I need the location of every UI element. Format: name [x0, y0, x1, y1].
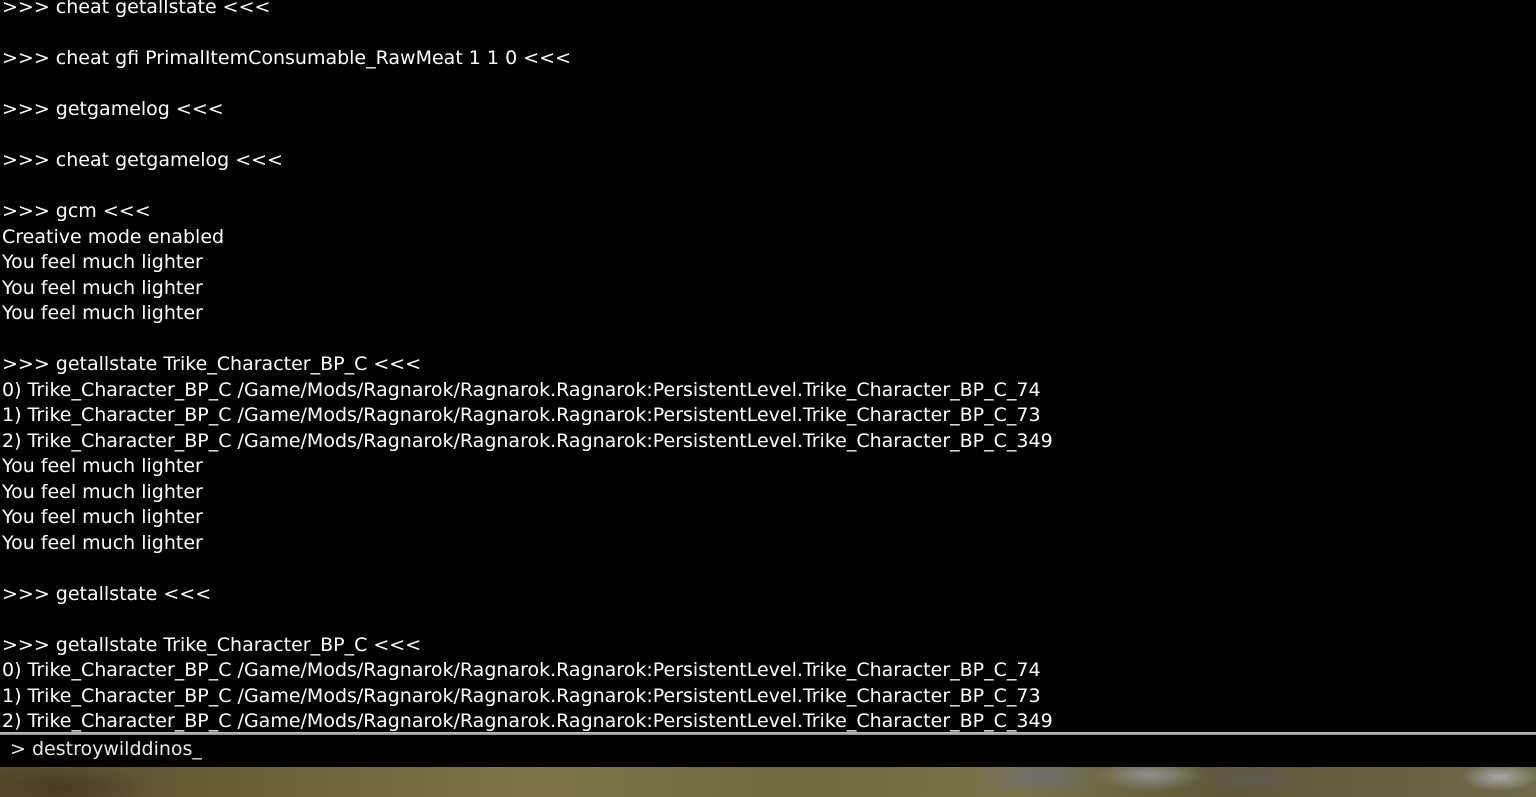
console-prompt-symbol: > [10, 738, 26, 760]
console-input-bar[interactable]: > destroywilddinos_ [0, 735, 1536, 767]
console-command-input[interactable]: destroywilddinos_ [32, 738, 202, 760]
console-output-line: 0) Trike_Character_BP_C /Game/Mods/Ragna… [2, 378, 1041, 401]
console-output-line: You feel much lighter [2, 506, 203, 528]
console-command-echo: >>> getallstate <<< [2, 582, 212, 605]
console-output-line: You feel much lighter [2, 480, 203, 503]
console-output-line: 2) Trike_Character_BP_C /Game/Mods/Ragna… [2, 429, 1053, 452]
console-output-line: 1) Trike_Character_BP_C /Game/Mods/Ragna… [2, 684, 1041, 707]
console-output-line: You feel much lighter [2, 455, 203, 477]
console-command-echo: >>> getallstate Trike_Character_BP_C <<< [2, 633, 422, 656]
console-command-echo: >>> cheat gfi PrimalItemConsumable_RawMe… [2, 47, 571, 69]
console-window: >>> cheat getallstate <<< >>> cheat gfi P… [0, 0, 1536, 797]
console-output-line: You feel much lighter [2, 302, 203, 324]
console-command-echo: >>> getgamelog <<< [2, 98, 224, 120]
console-command-echo: >>> gcm <<< [2, 200, 151, 222]
console-output-line: Creative mode enabled [2, 225, 225, 248]
console-command-echo: >>> cheat getallstate <<< [2, 0, 271, 18]
console-output-line: You feel much lighter [2, 251, 203, 273]
console-command-echo: >>> cheat getgamelog <<< [2, 149, 283, 171]
console-output-line: You feel much lighter [2, 531, 203, 554]
console-output-log: >>> cheat getallstate <<< >>> cheat gfi P… [2, 0, 1532, 735]
console-output-line: You feel much lighter [2, 276, 203, 299]
console-command-echo: >>> getallstate Trike_Character_BP_C <<< [2, 353, 422, 375]
console-output-line: 0) Trike_Character_BP_C /Game/Mods/Ragna… [2, 659, 1041, 681]
game-scene-background [0, 767, 1536, 797]
console-output-line: 2) Trike_Character_BP_C /Game/Mods/Ragna… [2, 710, 1053, 732]
console-output-line: 1) Trike_Character_BP_C /Game/Mods/Ragna… [2, 404, 1041, 426]
